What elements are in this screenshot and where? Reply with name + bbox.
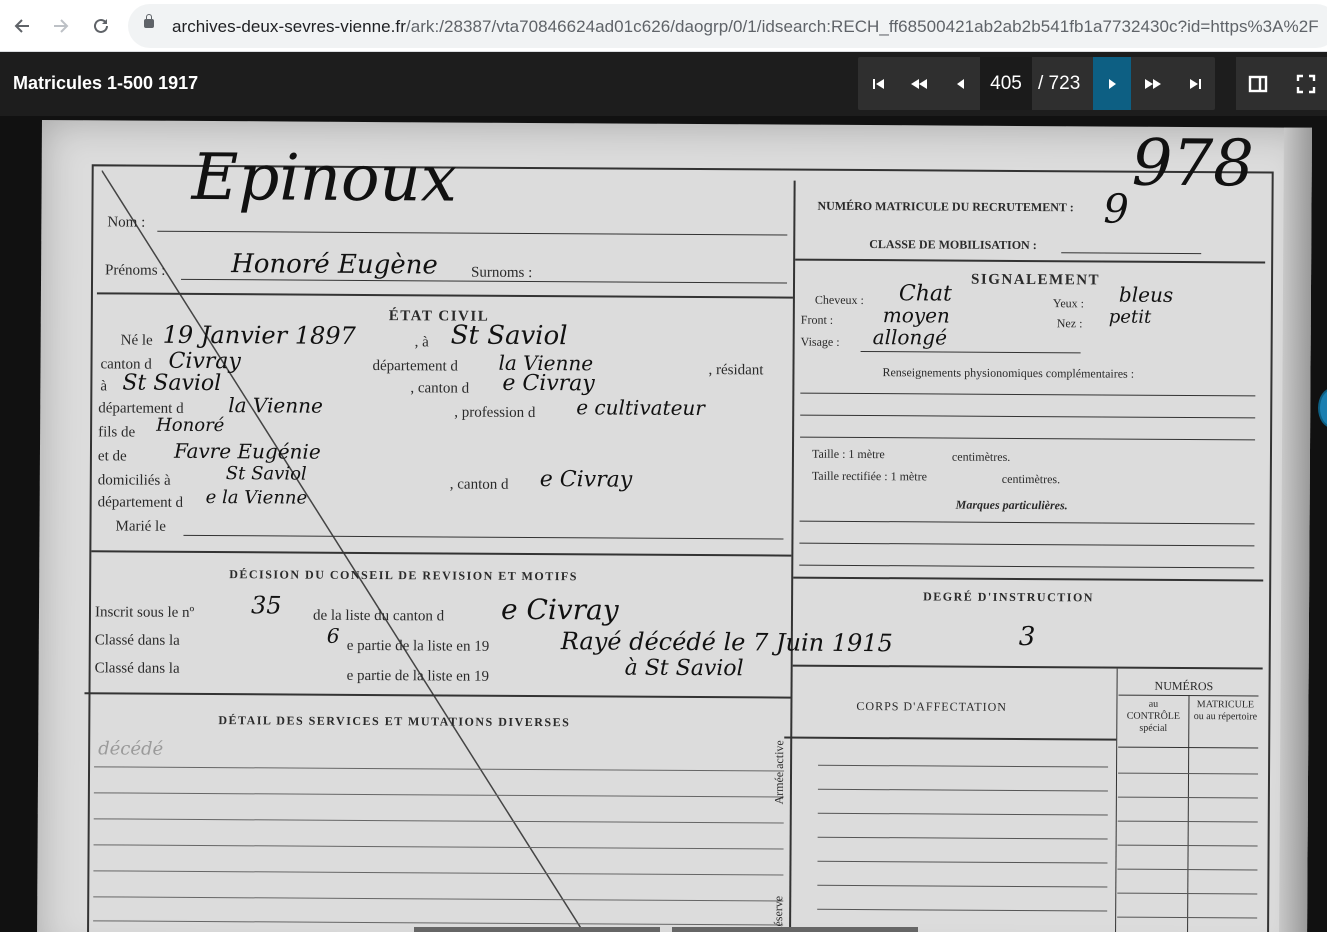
departement3-label: département d (97, 494, 184, 511)
a-label: , à (414, 334, 429, 351)
classe2-suffix: e partie de la liste en 19 (346, 667, 490, 685)
liste-label: de la liste du canton d (312, 607, 445, 625)
classe2-label: Classé dans la (94, 660, 180, 677)
front-value: moyen (882, 303, 950, 328)
decede-faint: décédé (98, 738, 164, 760)
raye-note-2: à St Saviol (624, 655, 744, 682)
classe1-suffix: e partie de la liste en 19 (346, 637, 490, 655)
canton3-value: e Civray (539, 467, 633, 493)
numeros-heading: NUMÉROS (1154, 678, 1214, 694)
armee-active-label: Armée active (771, 740, 787, 805)
page-edge (1278, 127, 1312, 932)
detail-heading: DÉTAIL DES SERVICES ET MUTATIONS DIVERSE… (218, 713, 571, 730)
canton2-label: , canton d (410, 380, 470, 397)
raye-note: Rayé décédé le 7 Juin 1915 (560, 627, 893, 658)
nez-value: petit (1108, 306, 1152, 328)
page-total: / 723 (1038, 73, 1081, 94)
nom-value: Epinoux (191, 140, 458, 217)
profession-value: e cultivateur (576, 395, 705, 421)
surnoms-label: Surnoms : (471, 264, 533, 281)
birth-place: St Saviol (450, 320, 568, 352)
prenoms-label: Prénoms : (105, 262, 166, 279)
next-page-icon[interactable] (1093, 57, 1131, 110)
fils-de-label: fils de (98, 424, 136, 441)
view-controls (1236, 57, 1327, 110)
corps-heading: CORPS D'AFFECTATION (856, 698, 1008, 714)
classe1-label: Classé dans la (94, 632, 180, 649)
col-matricule: MATRICULE ou au répertoire (1193, 699, 1258, 723)
first-page-icon[interactable] (858, 57, 900, 110)
last-page-icon[interactable] (1174, 57, 1216, 110)
taille-rectifiee-label: Taille rectifiée : 1 mètre (811, 468, 927, 484)
forward-arrow-icon[interactable] (47, 12, 75, 40)
document-viewport[interactable]: Epinoux Nom : Prénoms : Honoré Eugène Su… (0, 116, 1327, 932)
liste-canton-value: e Civray (500, 592, 619, 627)
numero-matricule-label: NUMÉRO MATRICULE DU RECRUTEMENT : (817, 198, 1074, 215)
departement2-value: la Vienne (228, 393, 323, 418)
fast-forward-icon[interactable] (1132, 57, 1174, 110)
departement3-value: e la Vienne (205, 487, 308, 509)
nom-label: Nom : (107, 214, 146, 231)
yeux-value: bleus (1118, 282, 1174, 307)
decision-heading: DÉCISION DU CONSEIL DE REVISION ET MOTIF… (229, 567, 578, 584)
classe1-number: 6 (326, 623, 340, 648)
taille-label: Taille : 1 mètre (811, 446, 885, 462)
domicilies-label: domiciliés à (97, 472, 171, 489)
yeux-label: Yeux : (1052, 296, 1085, 311)
signalement-heading: SIGNALEMENT (970, 271, 1101, 289)
cheveux-label: Cheveux : (814, 292, 864, 308)
canton3-label: , canton d (449, 476, 509, 493)
inscrit-number: 35 (250, 591, 282, 620)
profession-label: , profession d (454, 404, 536, 422)
previous-page-icon[interactable] (940, 57, 982, 110)
ne-le-label: Né le (120, 332, 153, 349)
back-arrow-icon[interactable] (8, 12, 36, 40)
taille-suffix: centimètres. (951, 449, 1011, 464)
canton2-value: e Civray (502, 370, 595, 397)
instruction-value: 3 (1018, 621, 1036, 653)
register-page: Epinoux Nom : Prénoms : Honoré Eugène Su… (36, 120, 1312, 932)
col-controle: au CONTRÔLE spécial (1126, 698, 1181, 734)
instruction-heading: DEGRÉ D'INSTRUCTION (923, 589, 1095, 605)
nez-label: Nez : (1056, 316, 1083, 331)
horizontal-scrollbar-left[interactable] (414, 927, 660, 932)
address-bar[interactable]: archives-deux-sevres-vienne.fr/ark:/2838… (128, 4, 1327, 48)
residence-value: St Saviol (122, 370, 222, 397)
page-number-input[interactable]: 405 (980, 57, 1032, 110)
pere-value: Honoré (156, 414, 225, 437)
mere-value: Favre Eugénie (173, 438, 321, 464)
page-navigation: 405 / 723 (858, 57, 1215, 110)
classe-mobilisation-label: CLASSE DE MOBILISATION : (869, 237, 1037, 253)
residant-label: , résidant (708, 362, 764, 379)
front-label: Front : (800, 312, 834, 327)
matricule-hand: 9 (1103, 186, 1130, 233)
taille-rectifiee-suffix: centimètres. (1001, 471, 1061, 487)
domicile-value: St Saviol (225, 463, 307, 485)
fullscreen-icon[interactable] (1284, 57, 1327, 110)
viewer-toolbar: Matricules 1-500 1917 405 / 723 (0, 52, 1327, 116)
prenoms-value: Honoré Eugène (231, 249, 438, 281)
horizontal-scrollbar-right[interactable] (672, 927, 918, 932)
inscrit-label: Inscrit sous le nº (94, 604, 195, 621)
sidebar-toggle-icon[interactable] (1236, 57, 1280, 110)
reload-icon[interactable] (87, 12, 115, 40)
renseignements-label: Renseignements physionomiques complément… (882, 365, 1135, 381)
et-de-label: et de (97, 448, 127, 465)
departement-label: département d (372, 358, 458, 375)
lock-icon (144, 14, 154, 28)
rewind-icon[interactable] (898, 57, 940, 110)
visage-label: Visage : (800, 334, 840, 349)
document-title: Matricules 1-500 1917 (13, 73, 199, 93)
url-text: archives-deux-sevres-vienne.fr/ark:/2838… (172, 17, 1319, 36)
browser-chrome: archives-deux-sevres-vienne.fr/ark:/2838… (0, 0, 1327, 52)
birth-date: 19 Janvier 1897 (162, 320, 356, 350)
visage-value: allongé (872, 325, 948, 350)
marie-label: Marié le (115, 518, 166, 535)
a2-label: à (100, 378, 108, 395)
marques-label: Marques particulières. (955, 497, 1068, 513)
matricule-number: 978 (1131, 126, 1255, 202)
